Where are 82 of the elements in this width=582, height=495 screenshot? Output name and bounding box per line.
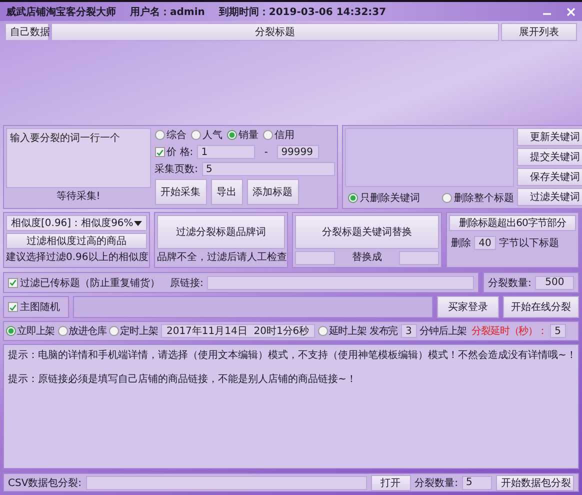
keywords-field[interactable]: 输入要分裂的词一行一个 [6, 128, 151, 188]
csv-path-field[interactable] [86, 476, 367, 490]
link-label: 原链接: [170, 276, 204, 290]
button[interactable]: 过滤关键词 [517, 188, 582, 206]
radio-label: 放进仓库 [68, 324, 106, 338]
button[interactable]: 删除标题超出60字节部分 [449, 215, 576, 231]
button[interactable]: 打开 [370, 474, 411, 490]
status-text: 等待采集! [55, 190, 102, 204]
toolbar-button[interactable]: 分裂标题 [51, 23, 499, 41]
bytes-field[interactable]: 40 [474, 236, 496, 250]
button[interactable]: 保存关键词 [517, 168, 582, 186]
checkbox[interactable] [154, 147, 165, 157]
radio-label: 销量 [238, 129, 259, 142]
count-label: 分裂数量: [414, 476, 458, 490]
similarity-dropdown[interactable]: 相似度[0.96]：相似度96% [6, 215, 147, 231]
radio-label: 信用 [274, 129, 295, 142]
button[interactable]: 过滤分裂标题品牌词 [157, 215, 285, 249]
caret-icon [134, 220, 142, 226]
price-max-field[interactable]: 99999 [277, 145, 320, 159]
button[interactable]: 分裂标题关键词替换 [295, 215, 439, 249]
button[interactable]: 开始在线分裂 [503, 296, 579, 318]
bytes-label: 字节以下标题 [499, 236, 559, 250]
split-delay-field[interactable]: 5 [550, 324, 566, 338]
datetime-field[interactable]: 2017年11月14日 20时1分6秒 [160, 324, 315, 338]
checkbox-label: 主图随机 [20, 300, 60, 314]
link-field[interactable] [207, 276, 474, 290]
checkbox-label: 价 格: [166, 146, 194, 159]
minutes-label: 分钟后上架 [420, 324, 467, 338]
toolbar-button[interactable]: 展开列表 [501, 23, 577, 41]
csv-label: CSV数据包分裂: [8, 476, 82, 490]
radio-button[interactable] [442, 193, 452, 203]
button[interactable]: 提交关键词 [517, 148, 582, 166]
checkbox-label: 过滤已传标题（防止重复铺货） [20, 276, 160, 290]
log-text: 提示：电脑的详情和手机端详情，请选择（使用文本编辑）模式，不支持（使用神笔模板编辑）模式！不然会造成没有详情哦~！ [8, 348, 574, 362]
log-text: 提示：原链接必须是填写自己店铺的商品链接，不能是别人店铺的商品链接~！ [8, 372, 358, 386]
count-field[interactable]: 5 [462, 476, 492, 490]
price-min-field[interactable]: 1 [197, 145, 256, 159]
radio-label: 立即上架 [17, 324, 55, 338]
close-icon[interactable] [566, 6, 576, 16]
minutes-field[interactable]: 3 [400, 324, 417, 338]
button[interactable]: 开始采集 [154, 179, 207, 205]
pages-field[interactable]: 5 [202, 162, 335, 176]
radio-button[interactable] [58, 326, 68, 336]
replace-label: 替换成 [351, 251, 383, 265]
radio-button[interactable] [6, 326, 16, 336]
radio-button[interactable] [226, 130, 237, 140]
find-field[interactable] [295, 251, 335, 265]
button[interactable]: 更新关键词 [517, 128, 582, 146]
toolbar-button[interactable]: 自己数据 [5, 23, 49, 41]
button[interactable]: 开始数据包分裂 [496, 474, 574, 490]
button[interactable]: 导出 [210, 179, 243, 205]
button[interactable]: 过滤相似度过高的商品 [6, 233, 147, 249]
window-title: 威武店铺淘宝客分裂大师 [6, 5, 116, 18]
radio-label: 综合 [166, 128, 187, 142]
checkbox[interactable] [8, 302, 18, 312]
radio-button[interactable] [154, 130, 165, 140]
replace-field[interactable] [399, 251, 439, 265]
dropdown-value: 相似度[0.96]：相似度96% [11, 216, 134, 230]
radio-label: 只删除关键词 [360, 192, 420, 205]
radio-button[interactable] [318, 326, 328, 336]
radio-button[interactable] [348, 193, 358, 203]
split-delay-label: 分裂延时（秒）： [472, 324, 547, 338]
username-label: 用户名：admin [130, 5, 205, 18]
hint-text: 品牌不全，过滤后请人工检查 [157, 251, 285, 265]
checkbox[interactable] [8, 278, 18, 288]
after-label: 发布完 [369, 324, 398, 338]
delete-label: 删除 [451, 237, 471, 250]
button[interactable]: 买家登录 [437, 296, 499, 318]
radio-label: 删除整个标题 [454, 192, 514, 205]
radio-button[interactable] [262, 130, 273, 140]
radio-label: 延时上架 [328, 324, 366, 338]
expiry-label: 到期时间：2019-03-06 14:32:37 [218, 6, 386, 18]
radio-label: 人气 [202, 129, 223, 142]
button[interactable]: 添加标题 [246, 179, 299, 205]
count-label: 分裂数量: [488, 276, 532, 290]
range-separator: - [263, 146, 269, 158]
hint-text: 建议选择过滤0.96以上的相似度 [6, 251, 147, 265]
radio-button[interactable] [190, 130, 201, 140]
pages-label: 采集页数: [154, 162, 198, 176]
radio-label: 定时上架 [120, 324, 158, 338]
radio-button[interactable] [109, 326, 120, 336]
count-field[interactable]: 500 [535, 276, 574, 290]
